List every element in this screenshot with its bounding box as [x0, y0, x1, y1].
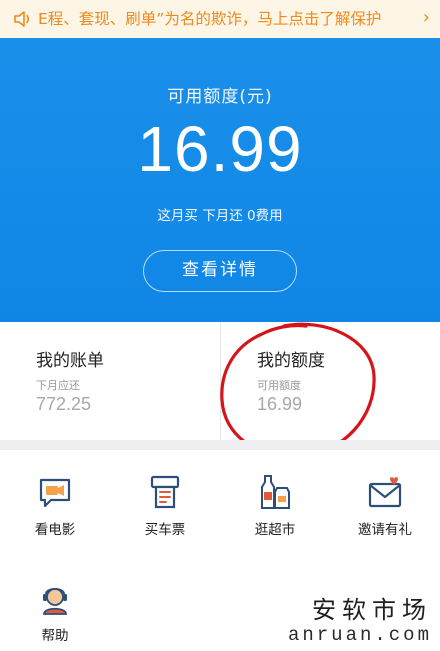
watermark: 安软市场 anruan.com — [288, 596, 432, 646]
service-movie[interactable]: 看电影 — [0, 450, 110, 550]
supermarket-icon — [261, 475, 290, 509]
service-label: 买车票 — [144, 522, 186, 538]
my-quota-card[interactable]: 我的额度 可用额度 16.99 — [220, 322, 440, 440]
view-details-button[interactable]: 查看详情 — [143, 250, 297, 292]
service-label: 邀请有礼 — [358, 522, 412, 538]
service-invite[interactable]: 邀请有礼 — [330, 450, 440, 550]
available-credit-label: 可用额度(元) — [167, 87, 273, 107]
notice-bar[interactable]: E程、套现、刷单”为名的欺诈，马上点击了解保护 › — [0, 0, 440, 38]
service-train-ticket[interactable]: 买车票 — [110, 450, 220, 550]
watermark-line1: 安软市场 — [312, 596, 432, 624]
section-divider — [0, 440, 440, 450]
service-supermarket[interactable]: 逛超市 — [220, 450, 330, 550]
customer-service-icon — [43, 588, 67, 615]
movie-ticket-icon — [39, 478, 71, 508]
due-next-month-value: 772.25 — [36, 394, 92, 414]
available-quota-value: 16.99 — [257, 394, 303, 414]
speaker-icon — [14, 11, 30, 27]
my-bill-card[interactable]: 我的账单 下月应还 772.25 — [0, 322, 220, 440]
promo-subtitle: 这月买 下月还 0费用 — [157, 208, 283, 224]
service-help[interactable]: 帮助 — [0, 556, 110, 651]
due-next-month-label: 下月应还 — [36, 379, 80, 392]
available-quota-label: 可用额度 — [257, 379, 301, 392]
service-label: 看电影 — [34, 522, 76, 538]
service-label: 帮助 — [41, 628, 69, 644]
my-quota-title: 我的额度 — [257, 351, 325, 371]
credit-summary: 可用额度(元) 16.99 这月买 下月还 0费用 查看详情 — [0, 38, 440, 322]
my-bill-title: 我的账单 — [36, 351, 104, 371]
service-label: 逛超市 — [254, 522, 296, 538]
chevron-right-icon[interactable]: › — [423, 8, 430, 28]
notice-text: E程、套现、刷单”为名的欺诈，马上点击了解保护 — [38, 10, 382, 28]
watermark-line2: anruan.com — [287, 624, 432, 646]
account-cards: 我的账单 下月应还 772.25 我的额度 可用额度 16.99 — [0, 322, 440, 440]
invite-envelope-icon — [368, 477, 402, 508]
ticket-machine-icon — [150, 475, 180, 509]
available-credit-amount: 16.99 — [137, 113, 303, 185]
